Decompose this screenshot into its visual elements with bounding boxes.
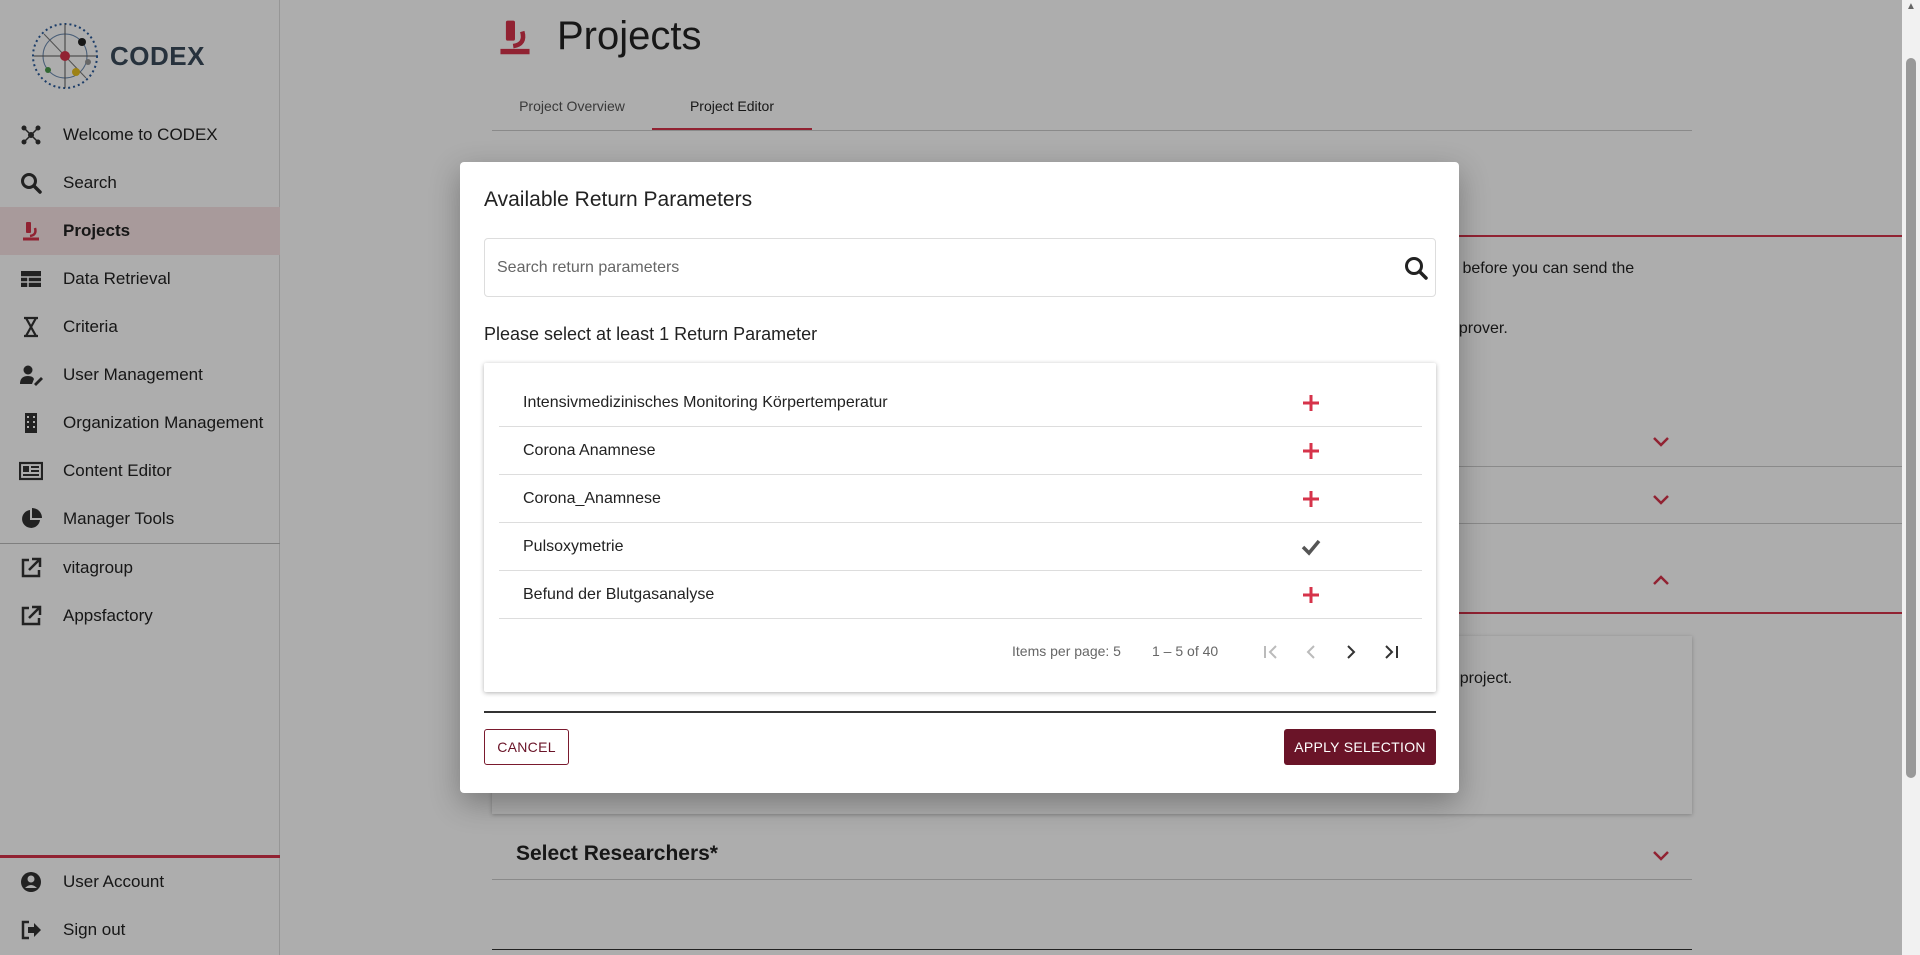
apply-selection-button[interactable]: APPLY SELECTION: [1284, 729, 1436, 765]
return-parameters-dialog: Available Return Parameters Please selec…: [460, 162, 1459, 793]
next-page-icon[interactable]: [1340, 641, 1362, 663]
add-icon[interactable]: [1299, 583, 1323, 607]
check-icon[interactable]: [1299, 535, 1323, 559]
list-item: Corona Anamnese: [499, 427, 1422, 475]
search-box: [484, 238, 1436, 297]
parameter-label: Intensivmedizinisches Monitoring Körpert…: [523, 393, 888, 411]
list-item: Intensivmedizinisches Monitoring Körpert…: [499, 379, 1422, 427]
page-range: 1 – 5 of 40: [1152, 643, 1219, 659]
add-icon[interactable]: [1299, 391, 1323, 415]
dialog-divider: [484, 711, 1436, 713]
parameter-label: Corona_Anamnese: [523, 489, 661, 507]
search-icon[interactable]: [1403, 255, 1429, 281]
parameter-list: Intensivmedizinisches Monitoring Körpert…: [484, 363, 1436, 692]
add-icon[interactable]: [1299, 439, 1323, 463]
dialog-title: Available Return Parameters: [484, 188, 753, 211]
parameter-label: Pulsoxymetrie: [523, 537, 624, 555]
items-per-page: Items per page: 5: [1012, 643, 1121, 659]
scroll-up-arrow[interactable]: ▲: [1906, 2, 1916, 12]
selection-hint: Please select at least 1 Return Paramete…: [484, 324, 818, 344]
parameter-label: Corona Anamnese: [523, 441, 656, 459]
previous-page-icon[interactable]: [1300, 641, 1322, 663]
list-item: Corona_Anamnese: [499, 475, 1422, 523]
parameter-label: Befund der Blutgasanalyse: [523, 585, 715, 603]
search-input[interactable]: [497, 239, 1377, 296]
paginator: Items per page: 5 1 – 5 of 40: [484, 631, 1436, 671]
first-page-icon[interactable]: [1260, 641, 1282, 663]
scrollbar[interactable]: ▲: [1902, 0, 1920, 955]
scroll-thumb[interactable]: [1906, 58, 1916, 778]
list-item: Pulsoxymetrie: [499, 523, 1422, 571]
list-item: Befund der Blutgasanalyse: [499, 571, 1422, 619]
cancel-button[interactable]: CANCEL: [484, 729, 569, 765]
add-icon[interactable]: [1299, 487, 1323, 511]
last-page-icon[interactable]: [1380, 641, 1402, 663]
